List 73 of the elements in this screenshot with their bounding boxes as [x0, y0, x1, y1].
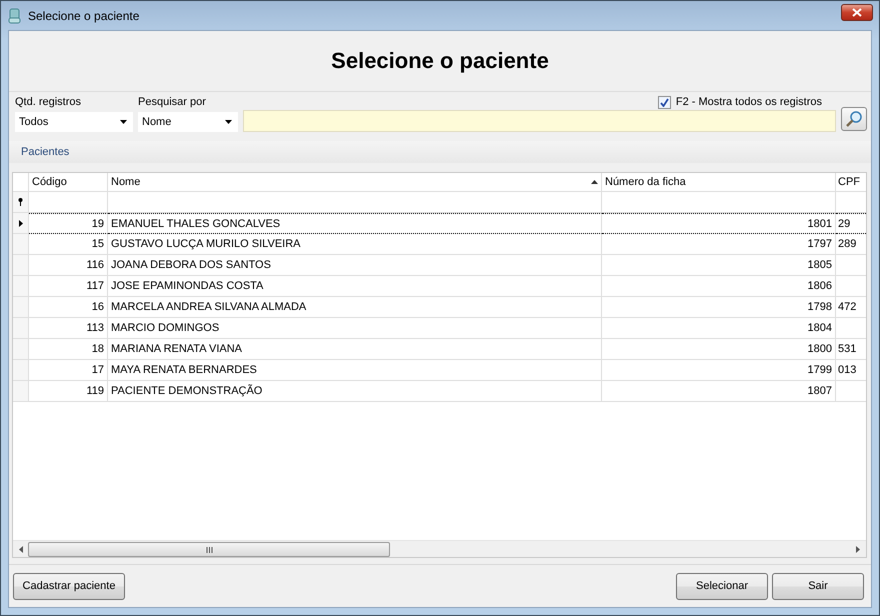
- table-cell: PACIENTE DEMONSTRAÇÃO: [111, 385, 262, 397]
- table-cell: 19: [92, 218, 104, 230]
- table-cell: 1799: [808, 364, 832, 376]
- table-cell: GUSTAVO LUCÇA MURILO SILVEIRA: [111, 238, 300, 250]
- column-header[interactable]: Nome: [108, 173, 602, 192]
- table-cell: 1801: [808, 218, 832, 230]
- search-icon: [845, 110, 863, 128]
- count-label: Qtd. registros: [15, 95, 82, 109]
- table-cell: 472: [838, 301, 856, 313]
- table-cell: 1797: [808, 238, 832, 250]
- table-cell: 15: [92, 238, 104, 250]
- search-by-label: Pesquisar por: [138, 95, 207, 109]
- current-row-icon: [18, 220, 22, 226]
- table-cell: 16: [92, 301, 104, 313]
- caret-icon: [225, 120, 232, 124]
- table-cell: 013: [838, 364, 856, 376]
- column-header[interactable]: Código: [29, 173, 108, 192]
- search-button[interactable]: [841, 107, 867, 131]
- filter-cell[interactable]: [108, 192, 602, 213]
- sort-icon: [591, 180, 598, 184]
- select-button[interactable]: Selecionar: [676, 572, 768, 600]
- page-heading: Selecione o paciente: [331, 48, 549, 74]
- table-cell: 116: [86, 259, 104, 271]
- table-cell: JOSE EPAMINONDAS COSTA: [111, 280, 264, 292]
- table-cell: 1798: [808, 301, 832, 313]
- register-patient-button[interactable]: Cadastrar paciente: [13, 572, 125, 600]
- table-cell: 531: [838, 343, 856, 355]
- close-icon: [852, 8, 862, 17]
- exit-button[interactable]: Sair: [772, 572, 864, 600]
- column-header[interactable]: Número da ficha: [602, 173, 836, 192]
- table-row[interactable]: 15 GUSTAVO LUCÇA MURILO SILVEIRA 1797 289: [13, 234, 866, 255]
- table-cell: 1806: [808, 280, 832, 292]
- table-row[interactable]: 17 MAYA RENATA BERNARDES 1799 013: [13, 360, 866, 381]
- table-cell: 119: [86, 385, 104, 397]
- table-cell: 117: [86, 280, 104, 292]
- table-cell: 29: [838, 218, 850, 230]
- table-cell: MAYA RENATA BERNARDES: [111, 364, 257, 376]
- scroll-left-icon[interactable]: [19, 546, 23, 552]
- table-cell: 1807: [808, 385, 832, 397]
- filter-cell[interactable]: [602, 192, 836, 213]
- table-row[interactable]: 16 MARCELA ANDREA SILVANA ALMADA 1798 472: [13, 297, 866, 318]
- count-dropdown[interactable]: Todos: [15, 112, 133, 132]
- close-button[interactable]: [841, 4, 873, 21]
- table-cell: 1804: [808, 322, 832, 334]
- table-row[interactable]: 18 MARIANA RENATA VIANA 1800 531: [13, 339, 866, 360]
- table-row[interactable]: 119 PACIENTE DEMONSTRAÇÃO 1807: [13, 381, 866, 402]
- table-cell: EMANUEL THALES GONCALVES: [111, 218, 280, 230]
- table-cell: MARCELA ANDREA SILVANA ALMADA: [111, 301, 306, 313]
- app-icon: [8, 8, 22, 24]
- table-cell: 113: [86, 322, 104, 334]
- table-cell: 289: [838, 238, 856, 250]
- table-cell: JOANA DEBORA DOS SANTOS: [111, 259, 271, 271]
- search-field[interactable]: [243, 110, 836, 132]
- caret-icon: [120, 120, 127, 124]
- table-row[interactable]: 113 MARCIO DOMINGOS 1804: [13, 318, 866, 339]
- show-all-checkbox[interactable]: [658, 96, 671, 108]
- table-cell: MARCIO DOMINGOS: [111, 322, 220, 334]
- horizontal-scrollbar[interactable]: [13, 540, 866, 557]
- show-all-label: F2 - Mostra todos os registros: [676, 95, 822, 109]
- table-cell: 18: [92, 343, 104, 355]
- scroll-right-icon[interactable]: [856, 546, 860, 552]
- table-cell: MARIANA RENATA VIANA: [111, 343, 242, 355]
- table-cell: 1800: [808, 343, 832, 355]
- table-row[interactable]: 117 JOSE EPAMINONDAS COSTA 1806: [13, 276, 866, 297]
- table-cell: 1805: [808, 259, 832, 271]
- table-row[interactable]: 116 JOANA DEBORA DOS SANTOS 1805: [13, 255, 866, 276]
- table-cell: 17: [92, 364, 104, 376]
- filter-cell[interactable]: [29, 192, 108, 213]
- grip-icon: [206, 546, 212, 552]
- search-by-dropdown[interactable]: Nome: [138, 112, 238, 132]
- patients-tab[interactable]: Pacientes: [21, 146, 70, 158]
- filter-pin-icon: [18, 198, 23, 206]
- window-title: Selecione o paciente: [28, 8, 140, 22]
